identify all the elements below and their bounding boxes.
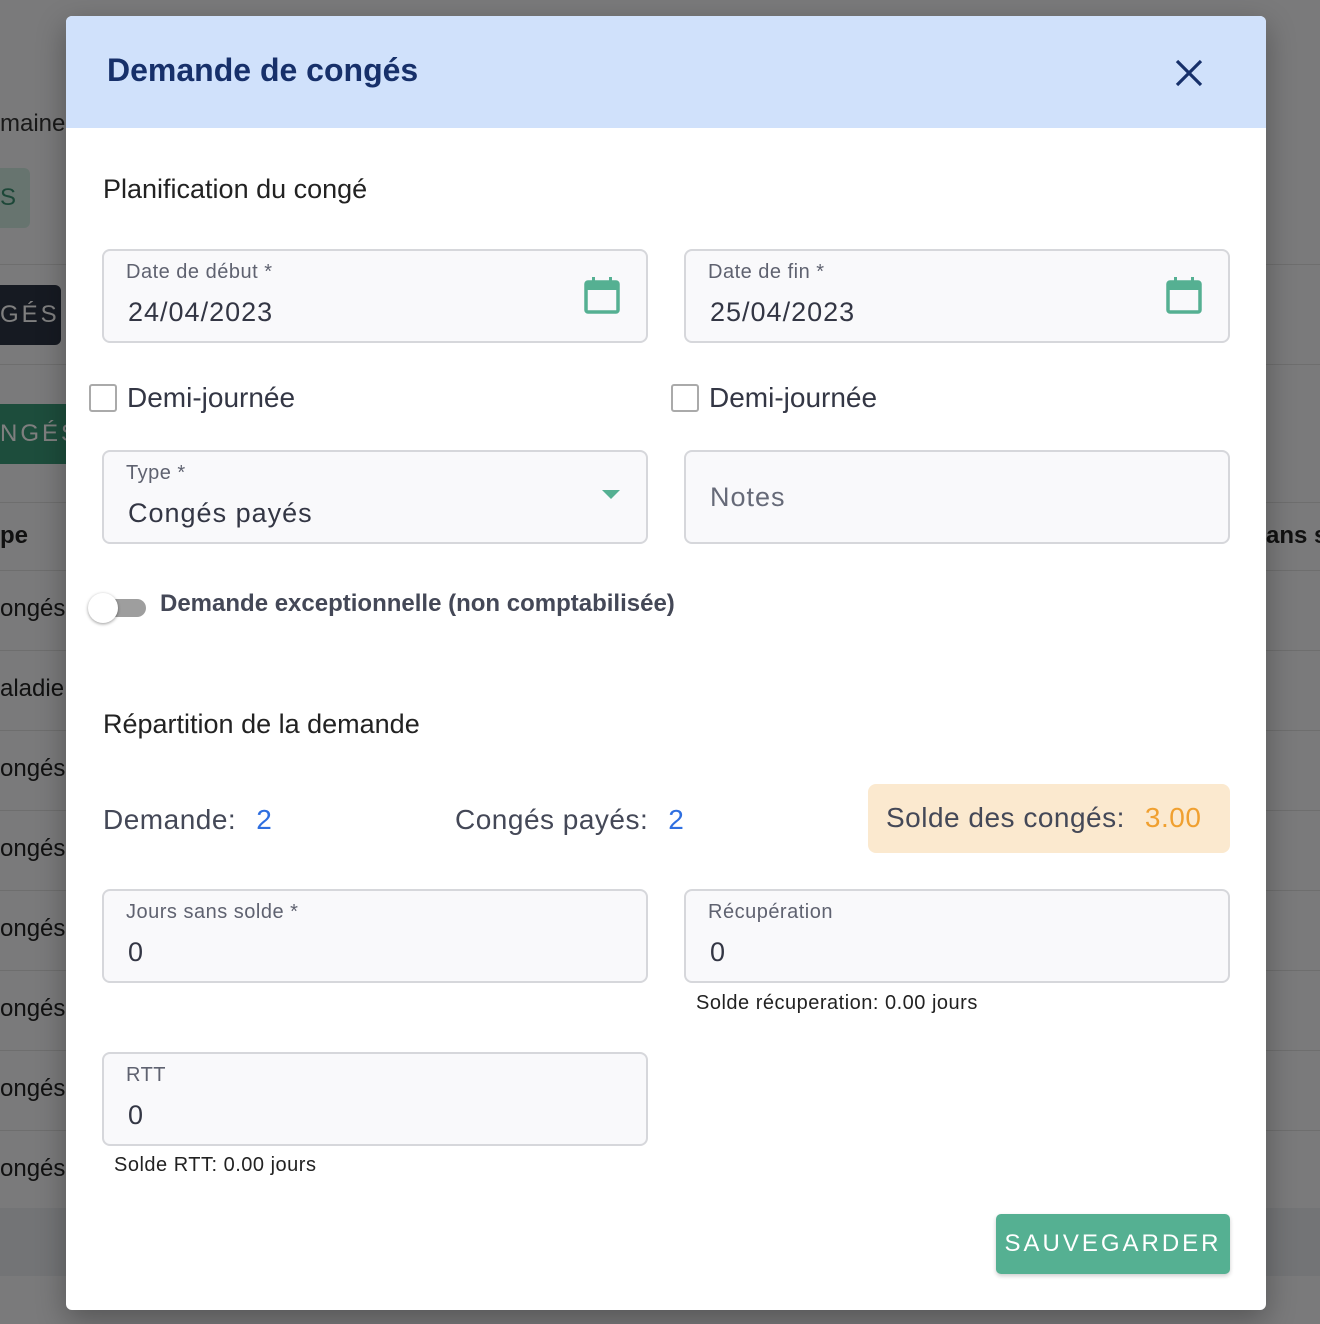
- stat-label: Congés payés:: [455, 804, 649, 835]
- exceptional-label: Demande exceptionnelle (non comptabilisé…: [160, 590, 675, 617]
- rtt-input[interactable]: RTT 0: [102, 1052, 648, 1146]
- field-label: Jours sans solde *: [126, 901, 299, 923]
- field-label: Date de début *: [126, 261, 273, 283]
- rtt-balance-hint: Solde RTT: 0.00 jours: [114, 1154, 317, 1176]
- field-label: RTT: [126, 1064, 167, 1086]
- leave-request-dialog: Demande de congés Planification du congé…: [66, 16, 1266, 1310]
- half-day-end-checkbox[interactable]: Demi-journée: [671, 382, 877, 414]
- field-label: Récupération: [708, 901, 833, 923]
- type-select[interactable]: Type * Congés payés: [102, 450, 648, 544]
- notes-placeholder: Notes: [710, 482, 786, 512]
- stat-value: 2: [256, 804, 273, 835]
- checkbox-label: Demi-journée: [709, 382, 878, 413]
- section-title-distribution: Répartition de la demande: [103, 709, 420, 739]
- stat-value: 3.00: [1144, 802, 1202, 833]
- field-value: 0: [710, 937, 727, 967]
- exceptional-toggle[interactable]: [88, 592, 148, 623]
- checkbox-label: Demi-journée: [127, 382, 296, 413]
- leave-balance-badge: Solde des congés: 3.00: [868, 784, 1230, 853]
- close-icon[interactable]: [1172, 56, 1206, 90]
- save-button[interactable]: SAUVEGARDER: [996, 1214, 1230, 1274]
- dropdown-arrow-icon[interactable]: [602, 490, 620, 500]
- field-value: 0: [128, 937, 145, 967]
- recovery-input[interactable]: Récupération 0: [684, 889, 1230, 983]
- section-title-planning: Planification du congé: [103, 174, 368, 204]
- recovery-balance-hint: Solde récuperation: 0.00 jours: [696, 992, 978, 1014]
- field-value: Congés payés: [128, 498, 313, 528]
- paid-leave-count: Congés payés: 2: [455, 804, 684, 836]
- request-count: Demande: 2: [103, 804, 272, 836]
- field-value: 25/04/2023: [710, 297, 856, 327]
- field-value: 0: [128, 1100, 145, 1130]
- checkbox-box[interactable]: [671, 384, 699, 412]
- stat-value: 2: [668, 804, 685, 835]
- end-date-field[interactable]: Date de fin * 25/04/2023: [684, 249, 1230, 343]
- stat-label: Demande:: [103, 804, 237, 835]
- unpaid-days-input[interactable]: Jours sans solde * 0: [102, 889, 648, 983]
- field-label: Type *: [126, 462, 186, 484]
- field-value: 24/04/2023: [128, 297, 274, 327]
- stat-label: Solde des congés:: [886, 802, 1125, 833]
- calendar-icon[interactable]: [584, 277, 620, 315]
- checkbox-box[interactable]: [89, 384, 117, 412]
- dialog-header: Demande de congés: [66, 16, 1266, 128]
- calendar-icon[interactable]: [1166, 277, 1202, 315]
- dialog-title: Demande de congés: [107, 52, 419, 88]
- notes-input[interactable]: Notes: [684, 450, 1230, 544]
- half-day-start-checkbox[interactable]: Demi-journée: [89, 382, 295, 414]
- start-date-field[interactable]: Date de début * 24/04/2023: [102, 249, 648, 343]
- field-label: Date de fin *: [708, 261, 825, 283]
